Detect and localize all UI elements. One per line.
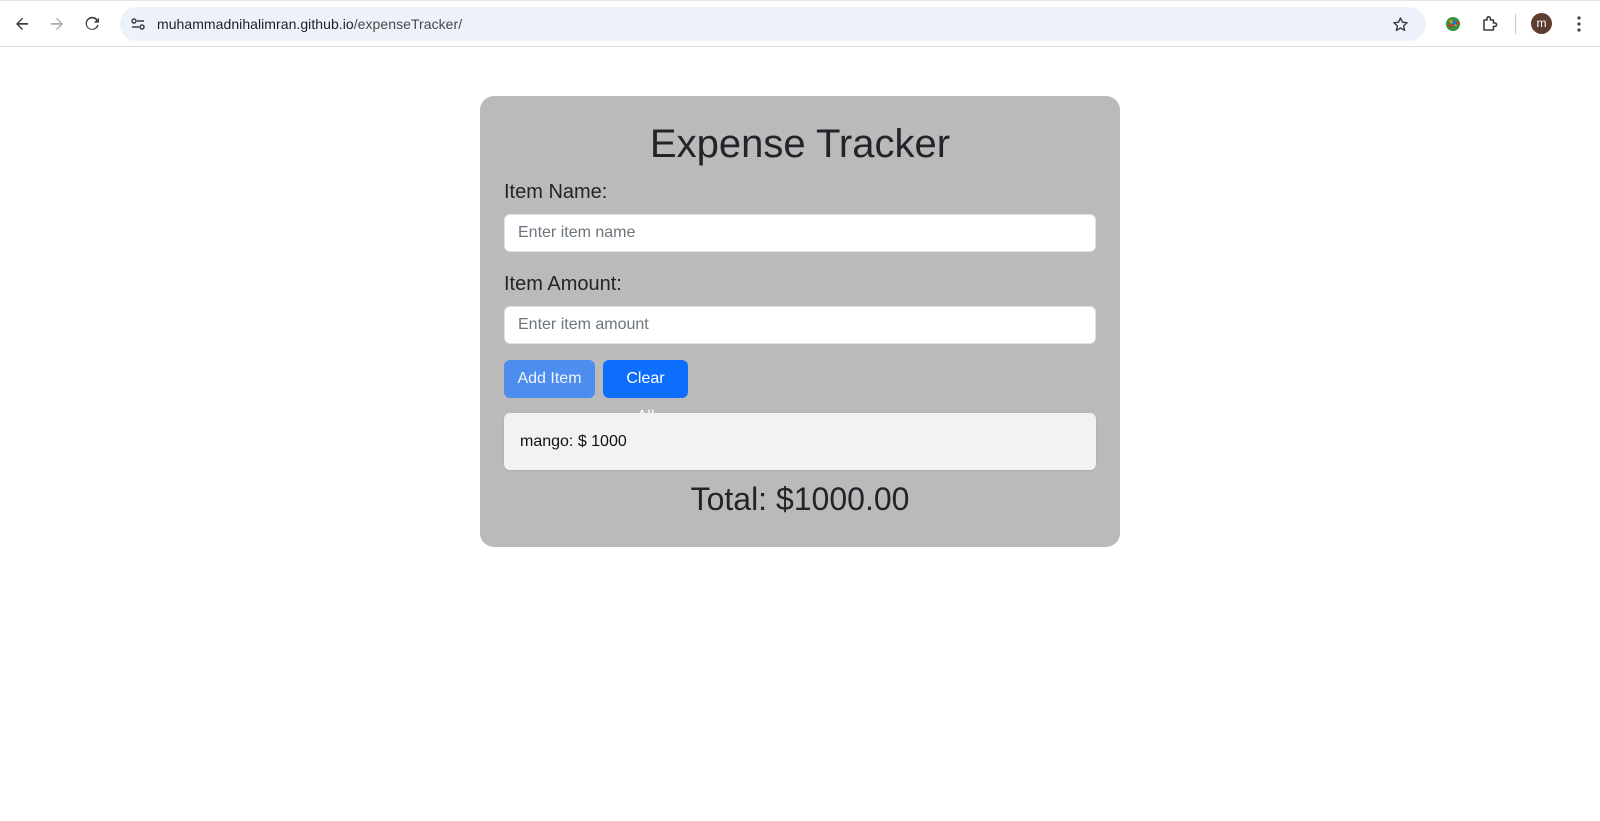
back-button[interactable] — [6, 8, 38, 40]
kebab-menu-icon — [1577, 16, 1581, 32]
forward-button[interactable] — [41, 8, 73, 40]
bookmark-button[interactable] — [1388, 12, 1412, 36]
toolbar-separator — [1515, 14, 1516, 34]
forward-arrow-icon — [51, 17, 63, 30]
profile-avatar[interactable]: m — [1531, 13, 1552, 34]
site-info-icon — [131, 18, 145, 30]
reload-button[interactable] — [76, 8, 108, 40]
item-amount-input[interactable] — [504, 306, 1096, 344]
extension-app-icon — [1446, 17, 1460, 31]
expense-list: mango: $ 1000 — [504, 413, 1096, 470]
list-item: mango: $ 1000 — [520, 433, 627, 450]
extension-app-button[interactable] — [1439, 10, 1467, 38]
browser-toolbar: muhammadnihalimran.github.io/expenseTrac… — [0, 0, 1600, 47]
back-arrow-icon — [16, 17, 28, 30]
item-amount-label: Item Amount: — [504, 273, 622, 295]
extensions-button[interactable] — [1476, 10, 1504, 38]
url-host: muhammadnihalimran.github.io — [157, 16, 354, 32]
clear-all-button[interactable]: Clear All — [603, 360, 688, 425]
item-name-input[interactable] — [504, 214, 1096, 252]
puzzle-icon — [1483, 16, 1498, 31]
star-icon — [1392, 16, 1408, 31]
browser-menu-button[interactable] — [1567, 10, 1591, 38]
site-info-button[interactable] — [126, 12, 150, 36]
page-title: Expense Tracker — [649, 122, 951, 166]
item-name-label: Item Name: — [504, 181, 608, 203]
tab-strip-edge — [0, 0, 1600, 1]
add-item-button[interactable]: Add Item — [504, 360, 595, 398]
reload-icon — [85, 16, 99, 30]
url-text[interactable]: muhammadnihalimran.github.io/expenseTrac… — [157, 7, 462, 41]
address-bar[interactable]: muhammadnihalimran.github.io/expenseTrac… — [120, 7, 1426, 41]
total-amount: Total: $1000.00 — [690, 481, 910, 517]
url-path: /expenseTracker/ — [353, 16, 463, 32]
